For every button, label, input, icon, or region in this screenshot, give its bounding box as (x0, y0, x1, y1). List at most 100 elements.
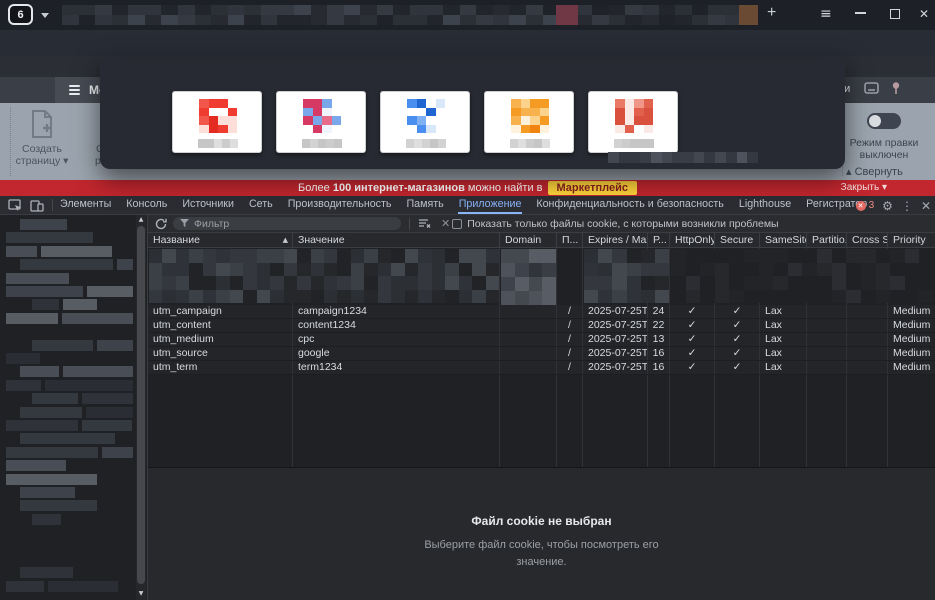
header-cell-7[interactable]: HttpOnly (670, 233, 715, 247)
devtools-tab-консоль[interactable]: Консоль (125, 196, 168, 214)
devtools-tab-конфиденциальность-и-безопасность[interactable]: Конфиденциальность и безопасность (535, 196, 724, 214)
header-cell-2[interactable]: Значение (293, 233, 500, 247)
tab-strip: 6 + ≡ ✕ (0, 0, 935, 30)
cell-value: campaign1234 (293, 305, 500, 318)
blurred-cookie-rows[interactable] (671, 249, 934, 303)
clear-icon[interactable]: ✕ (441, 217, 450, 230)
blurred-tab-brown[interactable] (739, 5, 758, 25)
devtools-tab-lighthouse[interactable]: Lighthouse (738, 196, 792, 214)
blurred-tabs[interactable] (62, 5, 758, 25)
devtools-tab-сеть[interactable]: Сеть (248, 196, 274, 214)
devtools-tab-приложение[interactable]: Приложение (458, 196, 523, 214)
edit-mode-toggle[interactable] (867, 113, 901, 129)
header-cell-1[interactable]: Название▲ (148, 233, 293, 247)
cell-size: 16 (648, 347, 670, 360)
navigation-bar: ← Я https:// ?utm_source=google&utm_medi… (0, 30, 935, 56)
header-cell-9[interactable]: SameSite (760, 233, 807, 247)
cell-priority: Medium (888, 347, 935, 360)
cookie-row-utm_content[interactable]: utm_contentcontent1234/2025-07-25T0…22✓✓… (148, 319, 935, 333)
kebab-menu-icon[interactable]: ⋮ (901, 199, 913, 213)
blurred-sidebar-content (2, 219, 133, 595)
cell-value: google (293, 347, 500, 360)
marketplace-button[interactable]: Маркетплейс (548, 181, 637, 195)
inspect-element-icon[interactable] (8, 199, 22, 212)
header-cell-5[interactable]: Expires / Max-... (583, 233, 648, 247)
device-toolbar-icon[interactable] (30, 199, 44, 212)
header-cell-3[interactable]: Domain (500, 233, 557, 247)
cell-path: / (557, 319, 583, 332)
scrollbar-thumb[interactable] (137, 226, 145, 584)
scroll-down-arrow[interactable]: ▼ (137, 589, 145, 599)
error-count-badge[interactable]: ✕ 3 (856, 200, 875, 211)
new-tab-button[interactable]: + (767, 4, 776, 22)
banner-close-button[interactable]: Закрыть ▾ (841, 182, 887, 193)
header-cell-10[interactable]: Partitio... (807, 233, 847, 247)
create-page-label-2: страницу ▾ (16, 155, 69, 167)
cell-same_site: Lax (760, 333, 807, 346)
cell-path: / (557, 347, 583, 360)
cookie-row-utm_campaign[interactable]: utm_campaigncampaign1234/2025-07-25T0…24… (148, 305, 935, 319)
only-problem-cookies-checkbox[interactable] (452, 219, 462, 229)
top-site-tile[interactable] (172, 91, 262, 153)
refresh-icon[interactable] (155, 218, 167, 230)
header-cell-4[interactable]: П... (557, 233, 583, 247)
application-sidebar-tree[interactable]: ▲ ▼ (0, 215, 148, 600)
cell-value: cpc (293, 333, 500, 346)
devtools-tab-память[interactable]: Память (405, 196, 444, 214)
header-cell-11[interactable]: Cross Site (847, 233, 888, 247)
blurred-tab-red[interactable] (556, 5, 578, 25)
devtools-tab-элементы[interactable]: Элементы (59, 196, 112, 214)
clear-filters-icon[interactable] (418, 218, 431, 229)
error-icon: ✕ (856, 201, 866, 211)
cell-value: term1234 (293, 361, 500, 374)
collapse-panel-button[interactable]: ▴ Свернуть (846, 165, 903, 178)
header-cell-12[interactable]: Priority (888, 233, 935, 247)
sidebar-scrollbar[interactable]: ▲ ▼ (136, 215, 146, 600)
blurred-cookie-rows[interactable] (584, 249, 669, 303)
blurred-cookie-rows[interactable] (149, 249, 499, 303)
cell-expires: 2025-07-25T0… (583, 347, 648, 360)
cell-size: 22 (648, 319, 670, 332)
blurred-site-name (510, 139, 550, 148)
top-site-tile[interactable] (276, 91, 366, 153)
cell-size: 16 (648, 361, 670, 374)
cell-same_site: Lax (760, 305, 807, 318)
header-cell-8[interactable]: Secure (715, 233, 760, 247)
cookie-row-utm_source[interactable]: utm_sourcegoogle/2025-07-25T0…16✓✓LaxMed… (148, 347, 935, 361)
top-site-tile[interactable] (380, 91, 470, 153)
tab-group-chip[interactable]: 6 (8, 4, 33, 25)
devtools-tab-источники[interactable]: Источники (181, 196, 235, 214)
close-devtools-icon[interactable]: ✕ (921, 199, 931, 213)
cell-expires: 2025-07-25T0… (583, 319, 648, 332)
header-cell-6[interactable]: Р... (648, 233, 670, 247)
pin-icon[interactable] (890, 81, 902, 95)
divider (52, 199, 53, 211)
cell-path: / (557, 361, 583, 374)
settings-gear-icon[interactable]: ⚙ (882, 199, 893, 213)
cell-secure: ✓ (715, 333, 760, 346)
close-window-button[interactable]: ✕ (919, 7, 929, 21)
top-site-tile[interactable] (484, 91, 574, 153)
cookie-row-utm_medium[interactable]: utm_mediumcpc/2025-07-25T0…13✓✓LaxMedium (148, 333, 935, 347)
create-page-button[interactable]: Создать страницу ▾ (6, 109, 78, 167)
banner-text: Более 100 интернет-магазинов можно найти… (298, 182, 542, 194)
cell-domain (500, 319, 557, 332)
hotkeys-icon[interactable] (864, 82, 879, 94)
maximize-button[interactable] (890, 9, 900, 19)
browser-menu-icon[interactable]: ≡ (820, 6, 832, 22)
cell-value: content1234 (293, 319, 500, 332)
blurred-site-logo (407, 99, 445, 133)
cell-expires: 2025-07-25T0… (583, 361, 648, 374)
minimize-button[interactable] (855, 12, 866, 14)
top-site-tile[interactable] (588, 91, 678, 153)
cell-name: utm_term (148, 361, 293, 374)
cookie-row-utm_term[interactable]: utm_termterm1234/2025-07-25T0…16✓✓LaxMed… (148, 361, 935, 375)
chevron-down-icon[interactable] (41, 13, 49, 18)
cookie-preview-pane: Файл cookie не выбран Выберите файл cook… (148, 468, 935, 600)
scroll-up-arrow[interactable]: ▲ (137, 215, 145, 225)
devtools-tab-производительность[interactable]: Производительность (287, 196, 393, 214)
filter-input[interactable] (194, 218, 394, 230)
cell-secure: ✓ (715, 361, 760, 374)
create-page-label-1: Создать (22, 143, 62, 155)
blurred-site-logo (511, 99, 549, 133)
